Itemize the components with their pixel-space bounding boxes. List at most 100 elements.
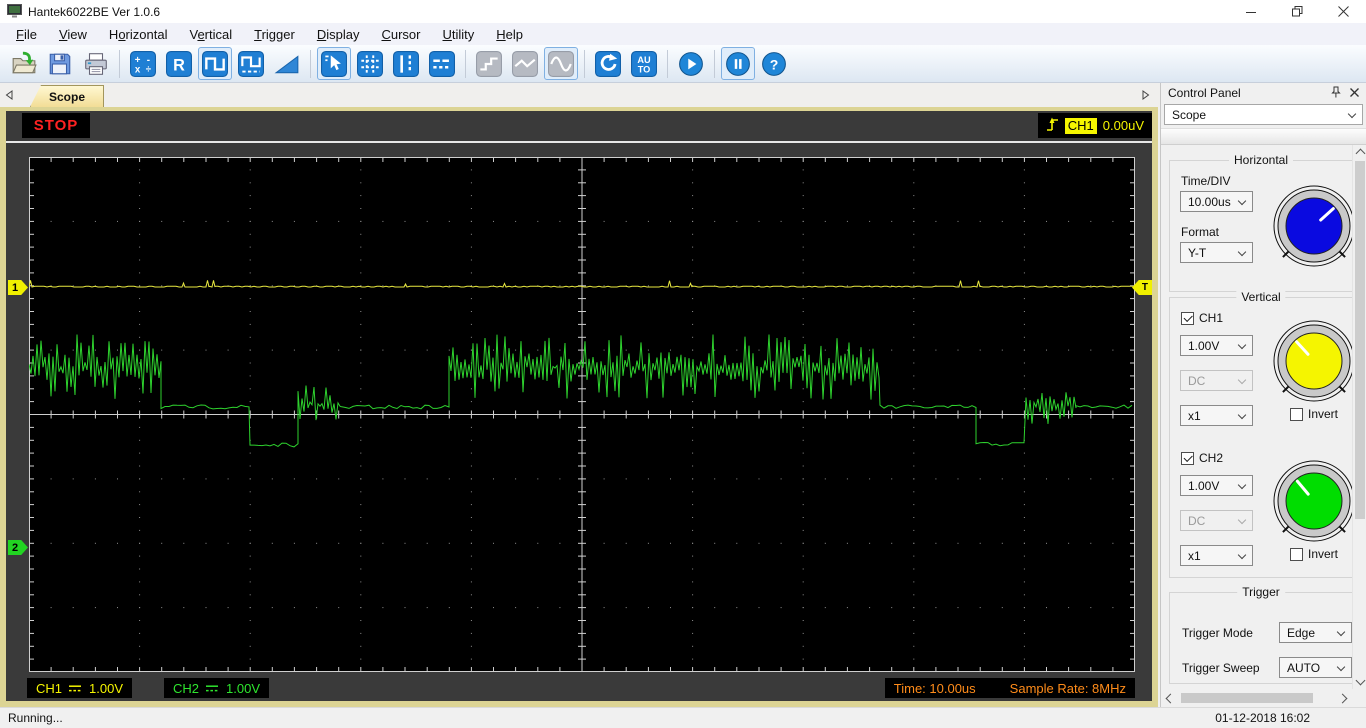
- trigger-mode-select[interactable]: Edge: [1279, 622, 1352, 643]
- scope-page: STOP CH1 0.00uV 1 2 T CH1 1.00V CH2 1.00…: [0, 107, 1158, 707]
- tab-scroll-left-icon[interactable]: [5, 89, 15, 101]
- run-status-badge: STOP: [22, 113, 90, 138]
- ch2-position-knob[interactable]: [1272, 459, 1356, 543]
- toolbar: + - x ÷ R AU TO?: [0, 45, 1366, 83]
- menu-help[interactable]: Help: [485, 24, 534, 45]
- square-wave-button[interactable]: [198, 47, 232, 80]
- pause-button[interactable]: [721, 47, 755, 80]
- svg-text:R: R: [173, 56, 185, 74]
- menu-display[interactable]: Display: [306, 24, 371, 45]
- trigger-level-marker[interactable]: T: [1132, 280, 1152, 295]
- svg-text:?: ?: [770, 56, 779, 72]
- ch1-invert-checkbox[interactable]: Invert: [1290, 407, 1338, 421]
- svg-text:AU: AU: [637, 54, 651, 64]
- app-icon: [7, 4, 22, 19]
- reference-button[interactable]: R: [162, 47, 196, 80]
- chevron-down-icon: [1237, 515, 1247, 525]
- ramp-button[interactable]: [270, 47, 304, 80]
- scroll-right-icon[interactable]: [1337, 693, 1348, 703]
- open-button[interactable]: [7, 47, 41, 80]
- tab-scope[interactable]: Scope: [30, 85, 104, 107]
- tab-scroll-right-icon[interactable]: [1142, 89, 1152, 101]
- menu-horizontal[interactable]: Horizontal: [98, 24, 179, 45]
- menu-cursor[interactable]: Cursor: [370, 24, 431, 45]
- math-button[interactable]: + - x ÷: [126, 47, 160, 80]
- format-select[interactable]: Y-T: [1180, 242, 1253, 263]
- toolbar-separator: [119, 49, 120, 78]
- ch1-volts-value: 1.00V: [1188, 338, 1220, 353]
- ch2-invert-checkbox[interactable]: Invert: [1290, 547, 1338, 561]
- panel-close-icon[interactable]: [1350, 86, 1359, 100]
- horizontal-scroll-thumb[interactable]: [1181, 693, 1313, 703]
- format-label: Format: [1181, 225, 1220, 239]
- chevron-down-icon: [1237, 340, 1247, 350]
- ch1-probe-select[interactable]: x1: [1180, 405, 1253, 426]
- panel-horizontal-scrollbar[interactable]: [1163, 691, 1350, 705]
- format-value: Y-T: [1188, 245, 1207, 260]
- trigger-sweep-label: Trigger Sweep: [1182, 661, 1260, 675]
- ch2-probe-value: x1: [1188, 548, 1201, 563]
- trigger-sweep-select[interactable]: AUTO: [1279, 657, 1352, 678]
- square-wave-alt-icon: [238, 50, 264, 77]
- ch2-coupling-select: DC: [1180, 510, 1253, 531]
- ch1-position-marker[interactable]: 1: [8, 280, 28, 295]
- ch1-enable-checkbox[interactable]: CH1: [1181, 311, 1223, 325]
- play-button[interactable]: [674, 47, 708, 80]
- checkbox-icon: [1181, 311, 1194, 325]
- ch2-volts-value: 1.00V: [1188, 478, 1220, 493]
- trigger-edge-icon: [1046, 116, 1059, 136]
- linear-interpolation-button[interactable]: [508, 47, 542, 80]
- pin-icon[interactable]: [1331, 86, 1341, 101]
- ch2-enable-checkbox[interactable]: CH2: [1181, 451, 1223, 465]
- auto-set-button[interactable]: AU TO: [627, 47, 661, 80]
- save-button[interactable]: [43, 47, 77, 80]
- ch1-volts-select[interactable]: 1.00V: [1180, 335, 1253, 356]
- scroll-up-icon[interactable]: [1355, 148, 1365, 159]
- minimize-button[interactable]: [1228, 0, 1274, 23]
- print-button[interactable]: [79, 47, 113, 80]
- panel-mode-select[interactable]: Scope: [1164, 104, 1363, 125]
- chevron-down-icon: [1237, 410, 1247, 420]
- time-readout: Time: 10.00us: [893, 680, 976, 696]
- vertical-cursors-button[interactable]: [389, 47, 423, 80]
- horizontal-position-knob[interactable]: [1272, 184, 1356, 268]
- title-bar: Hantek6022BE Ver 1.0.6: [0, 0, 1366, 23]
- menu-vertical[interactable]: Vertical: [178, 24, 243, 45]
- scroll-down-icon[interactable]: [1355, 675, 1365, 686]
- grid-button[interactable]: [353, 47, 387, 80]
- horizontal-cursors-button[interactable]: [425, 47, 459, 80]
- cursor-select-button[interactable]: [317, 47, 351, 80]
- print-icon: [83, 51, 109, 77]
- toolbar-separator: [465, 49, 466, 78]
- status-message: Running...: [8, 711, 63, 725]
- refresh-button[interactable]: [591, 47, 625, 80]
- menu-view[interactable]: View: [48, 24, 98, 45]
- menu-trigger[interactable]: Trigger: [243, 24, 306, 45]
- restore-button[interactable]: [1274, 0, 1320, 23]
- close-button[interactable]: [1320, 0, 1366, 23]
- ch2-probe-select[interactable]: x1: [1180, 545, 1253, 566]
- ch1-volts-div: 1.00V: [89, 680, 123, 696]
- ch1-position-knob[interactable]: [1272, 319, 1356, 403]
- trigger-group-title: Trigger: [1237, 585, 1285, 599]
- time-div-select[interactable]: 10.00us: [1180, 191, 1253, 212]
- step-interpolation-button[interactable]: [472, 47, 506, 80]
- trigger-mode-label: Trigger Mode: [1182, 626, 1253, 640]
- sine-interpolation-button[interactable]: [544, 47, 578, 80]
- ch2-enable-label: CH2: [1199, 451, 1224, 465]
- chevron-down-icon: [1336, 627, 1346, 637]
- vertical-group-title: Vertical: [1236, 290, 1286, 304]
- panel-vertical-scrollbar[interactable]: [1352, 145, 1366, 689]
- ch2-coupling-value: DC: [1188, 513, 1206, 528]
- ch2-position-marker[interactable]: 2: [8, 540, 28, 555]
- vertical-scroll-thumb[interactable]: [1355, 161, 1365, 519]
- ch2-volts-select[interactable]: 1.00V: [1180, 475, 1253, 496]
- square-wave-alt-button[interactable]: [234, 47, 268, 80]
- ramp-icon: [274, 51, 300, 77]
- menu-file[interactable]: File: [5, 24, 48, 45]
- scroll-left-icon[interactable]: [1165, 693, 1176, 703]
- menu-utility[interactable]: Utility: [432, 24, 486, 45]
- linear-interpolation-icon: [512, 50, 538, 77]
- help-button[interactable]: ?: [757, 47, 791, 80]
- ch2-badge: CH2 1.00V: [164, 678, 269, 698]
